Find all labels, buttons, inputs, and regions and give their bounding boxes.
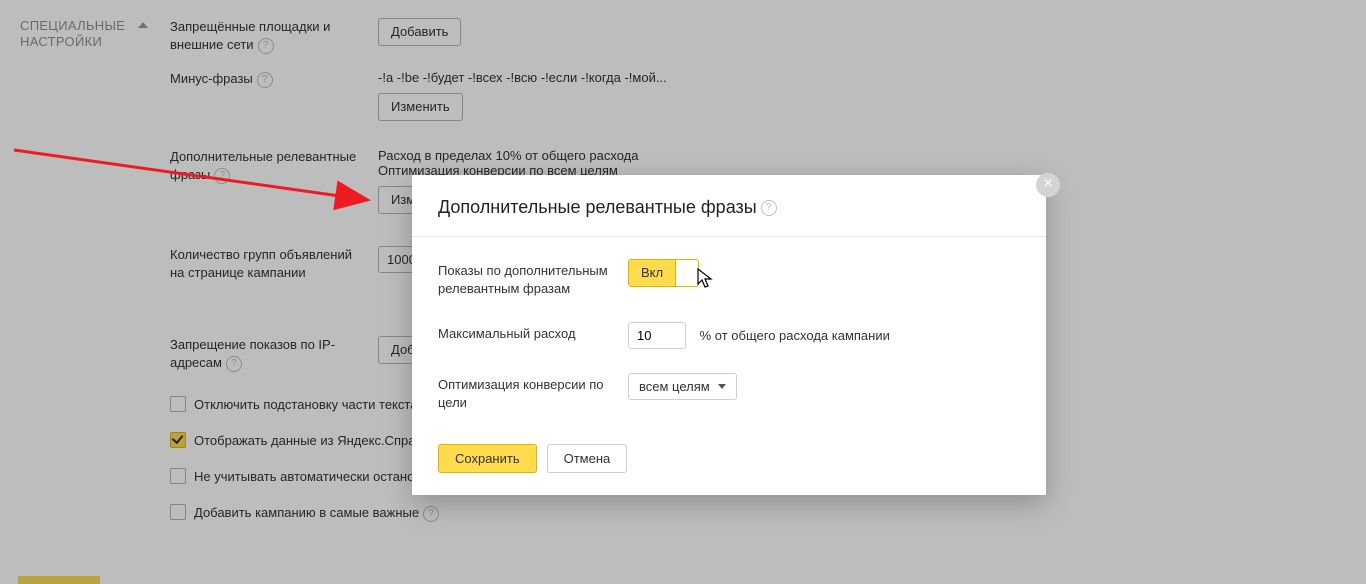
help-icon[interactable]: ? [258, 38, 274, 54]
checkbox-label: Добавить кампанию в самые важные [194, 505, 419, 520]
banned-sites-add-button[interactable]: Добавить [378, 18, 461, 46]
toggle-label: Показы по дополнительным релевантным фра… [438, 259, 628, 298]
relevant-phrases-toggle[interactable]: Вкл [628, 259, 699, 287]
toggle-handle-icon[interactable] [675, 260, 698, 286]
yellow-stub [18, 576, 100, 584]
relevant-phrases-modal: × Дополнительные релевантные фразы? Пока… [412, 175, 1046, 495]
checkbox[interactable] [170, 504, 186, 520]
close-icon[interactable]: × [1036, 173, 1060, 197]
checkbox[interactable] [170, 432, 186, 448]
chevron-up-icon[interactable] [138, 22, 148, 28]
max-spend-input[interactable] [628, 322, 686, 349]
chevron-down-icon [718, 384, 726, 389]
help-icon[interactable]: ? [761, 200, 777, 216]
goal-label: Оптимизация конверсии по цели [438, 373, 628, 412]
banned-sites-label: Запрещённые площадки и внешние сети? [170, 18, 360, 54]
modal-title: Дополнительные релевантные фразы? [412, 175, 1046, 237]
max-spend-label: Максимальный расход [438, 322, 628, 343]
text: Дополнительные релевантные фразы [438, 197, 757, 217]
goal-select-value: всем целям [639, 379, 710, 394]
text: Дополнительные релевантные фразы [170, 149, 356, 182]
toggle-on-label: Вкл [629, 260, 675, 286]
checkbox-row[interactable]: Добавить кампанию в самые важные? [170, 504, 439, 522]
text: Минус-фразы [170, 71, 253, 86]
groups-label: Количество групп объявлений на странице … [170, 246, 360, 282]
text: Запрещённые площадки и внешние сети [170, 19, 330, 52]
negative-summary: -!а -!be -!будет -!всех -!всю -!если -!к… [378, 70, 667, 85]
save-button[interactable]: Сохранить [438, 444, 537, 473]
help-icon[interactable]: ? [226, 356, 242, 372]
relevant-summary-1: Расход в пределах 10% от общего расхода [378, 148, 638, 163]
help-icon[interactable]: ? [423, 506, 439, 522]
goal-select[interactable]: всем целям [628, 373, 737, 400]
checkbox[interactable] [170, 396, 186, 412]
negative-label: Минус-фразы? [170, 70, 360, 88]
max-spend-hint: % от общего расхода кампании [700, 328, 890, 343]
checkbox[interactable] [170, 468, 186, 484]
negative-edit-button[interactable]: Изменить [378, 93, 463, 121]
help-icon[interactable]: ? [257, 72, 273, 88]
cancel-button[interactable]: Отмена [547, 444, 628, 473]
section-title: СПЕЦИАЛЬНЫЕ НАСТРОЙКИ [20, 18, 125, 50]
relevant-label: Дополнительные релевантные фразы? [170, 148, 360, 184]
help-icon[interactable]: ? [214, 168, 230, 184]
ipban-label: Запрещение показов по IP-адресам? [170, 336, 360, 372]
text: Запрещение показов по IP-адресам [170, 337, 335, 370]
